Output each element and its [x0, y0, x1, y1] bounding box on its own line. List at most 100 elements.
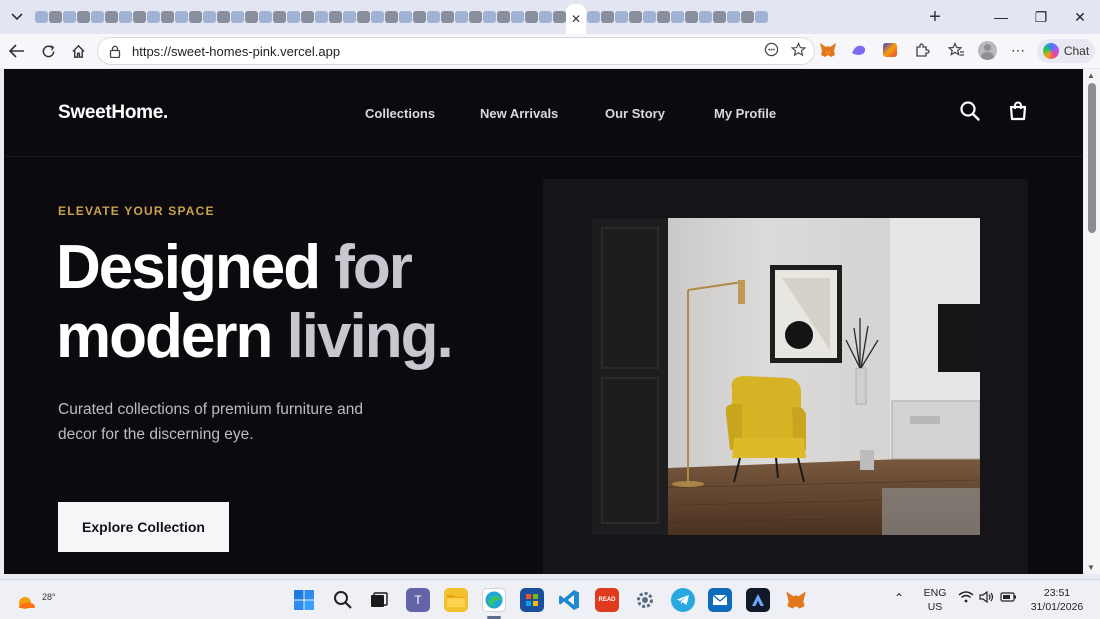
favorite-star-icon[interactable] — [790, 42, 807, 60]
site-logo[interactable]: SweetHome. — [58, 102, 168, 124]
nav-our-story[interactable]: Our Story — [605, 106, 665, 121]
tab-favicon-icon[interactable] — [132, 11, 146, 23]
weather-widget[interactable]: 28° — [16, 586, 56, 614]
tab-favicon-icon[interactable] — [244, 11, 258, 23]
tab-favicon-icon[interactable] — [426, 11, 440, 23]
minimize-button[interactable]: — — [981, 0, 1021, 34]
nav-collections[interactable]: Collections — [365, 106, 435, 121]
more-options-icon[interactable]: ⋯ — [1008, 40, 1028, 60]
extensions-puzzle-icon[interactable] — [912, 40, 932, 60]
tab-favicon-icon[interactable] — [698, 11, 712, 23]
tab-favicon-icon[interactable] — [628, 11, 642, 23]
tab-favicon-icon[interactable] — [174, 11, 188, 23]
scroll-down-arrow-icon[interactable]: ▼ — [1087, 563, 1095, 572]
shopping-bag-icon[interactable] — [1007, 100, 1029, 122]
extension-icon[interactable] — [849, 40, 869, 60]
tab-favicon-icon[interactable] — [258, 11, 272, 23]
telegram-icon[interactable] — [671, 588, 695, 612]
tab-favicon-icon[interactable] — [670, 11, 684, 23]
tab-favicon-icon[interactable] — [328, 11, 342, 23]
tab-favicon-icon[interactable] — [524, 11, 538, 23]
system-clock[interactable]: 23:51 31/01/2026 — [1026, 586, 1088, 614]
tab-favicon-icon[interactable] — [34, 11, 48, 23]
restore-button[interactable]: ❐ — [1021, 0, 1061, 34]
tab-favicon-icon[interactable] — [398, 11, 412, 23]
nav-my-profile[interactable]: My Profile — [714, 106, 776, 121]
tab-favicon-icon[interactable] — [496, 11, 510, 23]
tab-favicon-icon[interactable] — [586, 11, 600, 23]
tab-favicon-icon[interactable] — [684, 11, 698, 23]
battery-icon[interactable] — [1000, 591, 1017, 607]
profile-avatar[interactable] — [977, 40, 997, 60]
wifi-icon[interactable] — [958, 591, 974, 607]
read-aloud-icon[interactable] — [764, 42, 779, 60]
home-button[interactable] — [63, 36, 93, 66]
scroll-up-arrow-icon[interactable]: ▲ — [1087, 71, 1095, 80]
tab-favicon-icon[interactable] — [642, 11, 656, 23]
address-bar[interactable]: https://sweet-homes-pink.vercel.app — [97, 37, 815, 65]
show-hidden-icons-chevron-icon[interactable]: ⌃ — [894, 591, 904, 605]
search-icon[interactable] — [959, 100, 981, 122]
refresh-button[interactable] — [33, 36, 63, 66]
tab-favicon-icon[interactable] — [440, 11, 454, 23]
tab-favicon-icon[interactable] — [76, 11, 90, 23]
tab-favicon-icon[interactable] — [342, 11, 356, 23]
favorites-icon[interactable] — [946, 40, 966, 60]
tab-favicon-icon[interactable] — [538, 11, 552, 23]
tab-favicon-icon[interactable] — [160, 11, 174, 23]
teams-icon[interactable]: T — [406, 588, 430, 612]
tab-favicon-icon[interactable] — [104, 11, 118, 23]
tab-favicon-icon[interactable] — [90, 11, 104, 23]
explore-collection-button[interactable]: Explore Collection — [58, 502, 229, 552]
pdf-reader-icon[interactable]: READ — [595, 588, 619, 612]
tab-favicon-icon[interactable] — [712, 11, 726, 23]
tab-favicon-icon[interactable] — [188, 11, 202, 23]
close-tab-icon[interactable]: ✕ — [571, 12, 581, 26]
tab-favicon-icon[interactable] — [614, 11, 628, 23]
scrollbar-thumb[interactable] — [1088, 83, 1096, 233]
tab-favicon-icon[interactable] — [62, 11, 76, 23]
file-explorer-icon[interactable] — [444, 588, 468, 612]
volume-icon[interactable] — [979, 590, 995, 607]
tab-favicon-icon[interactable] — [482, 11, 496, 23]
tab-favicon-icon[interactable] — [552, 11, 566, 23]
tab-favicon-icon[interactable] — [286, 11, 300, 23]
tab-favicon-icon[interactable] — [216, 11, 230, 23]
tab-favicon-icon[interactable] — [412, 11, 426, 23]
settings-gear-icon[interactable] — [633, 588, 657, 612]
input-language-indicator[interactable]: ENG US — [920, 586, 950, 614]
tab-favicon-icon[interactable] — [202, 11, 216, 23]
tab-favicon-icon[interactable] — [314, 11, 328, 23]
task-view-icon[interactable] — [367, 588, 391, 612]
close-window-button[interactable]: ✕ — [1060, 0, 1100, 34]
edge-browser-icon[interactable] — [482, 588, 506, 612]
tab-favicon-icon[interactable] — [118, 11, 132, 23]
tab-favicon-icon[interactable] — [146, 11, 160, 23]
copilot-chat-button[interactable]: Chat — [1037, 39, 1095, 63]
tab-favicon-icon[interactable] — [272, 11, 286, 23]
search-icon[interactable] — [331, 588, 355, 612]
app-icon[interactable] — [746, 588, 770, 612]
tab-favicon-icon[interactable] — [384, 11, 398, 23]
vscode-icon[interactable] — [557, 588, 581, 612]
tab-favicon-icon[interactable] — [370, 11, 384, 23]
page-scrollbar[interactable]: ▲ ▼ — [1084, 69, 1100, 574]
tab-favicon-icon[interactable] — [356, 11, 370, 23]
new-tab-button[interactable]: + — [922, 4, 948, 30]
tab-favicon-icon[interactable] — [740, 11, 754, 23]
tab-favicon-icon[interactable] — [468, 11, 482, 23]
tab-favicon-icon[interactable] — [656, 11, 670, 23]
tab-favicon-icon[interactable] — [300, 11, 314, 23]
metamask-icon[interactable] — [784, 588, 808, 612]
start-windows-icon[interactable] — [292, 588, 316, 612]
nav-new-arrivals[interactable]: New Arrivals — [480, 106, 558, 121]
tab-favicon-icon[interactable] — [600, 11, 614, 23]
tab-favicon-icon[interactable] — [510, 11, 524, 23]
tab-favicon-icon[interactable] — [454, 11, 468, 23]
tab-favicon-icon[interactable] — [48, 11, 62, 23]
back-button[interactable] — [2, 36, 32, 66]
microsoft-store-icon[interactable] — [520, 588, 544, 612]
tab-actions-menu-button[interactable] — [4, 4, 30, 30]
active-tab[interactable]: ✕ — [566, 4, 586, 34]
metamask-extension-icon[interactable] — [818, 40, 838, 60]
